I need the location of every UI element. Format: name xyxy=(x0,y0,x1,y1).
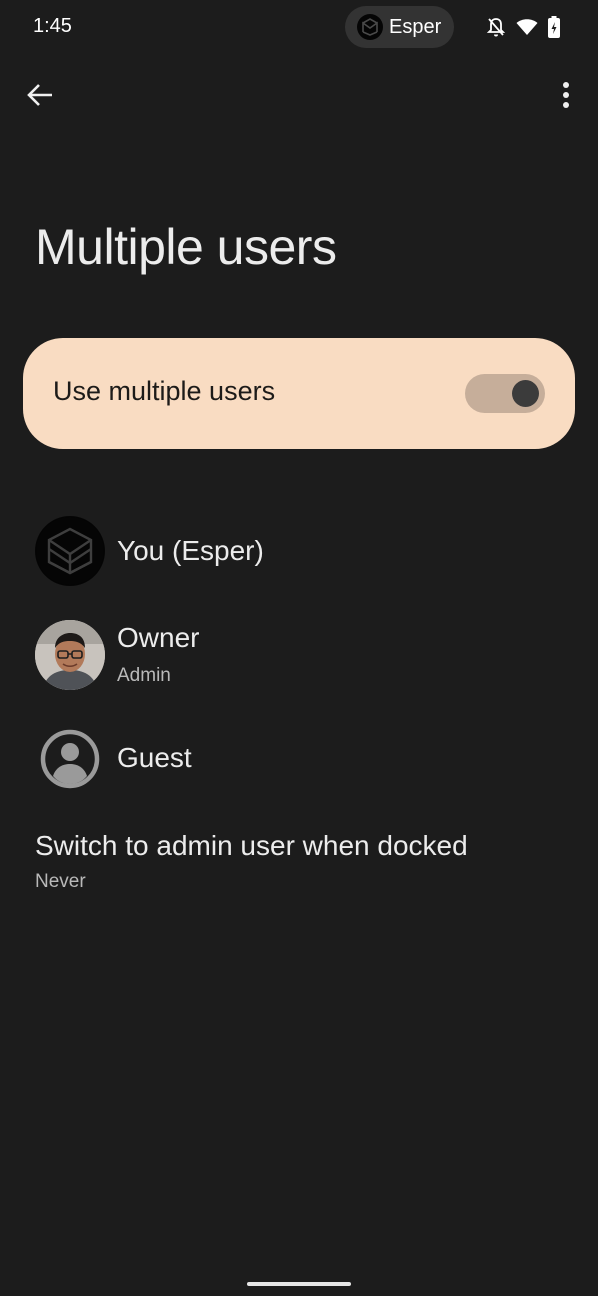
status-time: 1:45 xyxy=(33,15,72,37)
account-circle-icon xyxy=(35,724,105,794)
status-bar: 1:45 Esper xyxy=(0,0,598,56)
setting-value: Never xyxy=(35,871,86,892)
top-app-bar xyxy=(0,64,598,128)
user-row-owner[interactable]: Owner Admin xyxy=(0,612,598,702)
user-name: You (Esper) xyxy=(117,535,264,566)
esper-logo-icon xyxy=(357,14,383,40)
app-status-label: Esper xyxy=(389,16,442,38)
battery-charging-icon xyxy=(548,16,560,38)
owner-photo-avatar xyxy=(35,620,105,690)
user-name: Owner xyxy=(117,622,200,653)
gesture-nav-handle[interactable] xyxy=(247,1282,351,1286)
user-row-you[interactable]: You (Esper) xyxy=(0,508,598,598)
use-multiple-users-switch-bar[interactable]: Use multiple users xyxy=(23,338,575,449)
use-multiple-users-label: Use multiple users xyxy=(53,376,276,406)
notifications-off-icon xyxy=(486,16,506,38)
more-vert-icon xyxy=(546,82,586,120)
user-role: Admin xyxy=(117,665,171,686)
user-name: Guest xyxy=(117,742,192,773)
toggle-thumb xyxy=(512,380,539,407)
use-multiple-users-toggle[interactable] xyxy=(465,374,545,413)
arrow-back-icon xyxy=(20,84,62,120)
more-options-button[interactable] xyxy=(546,74,586,116)
switch-to-admin-when-docked-setting[interactable]: Switch to admin user when docked Never xyxy=(0,820,598,910)
setting-title: Switch to admin user when docked xyxy=(35,830,468,861)
app-status-pill[interactable]: Esper xyxy=(345,6,454,48)
back-button[interactable] xyxy=(20,74,62,116)
user-row-guest[interactable]: Guest xyxy=(0,716,598,806)
page-title: Multiple users xyxy=(35,219,337,275)
wifi-icon xyxy=(516,18,538,36)
esper-logo-icon xyxy=(35,516,105,586)
